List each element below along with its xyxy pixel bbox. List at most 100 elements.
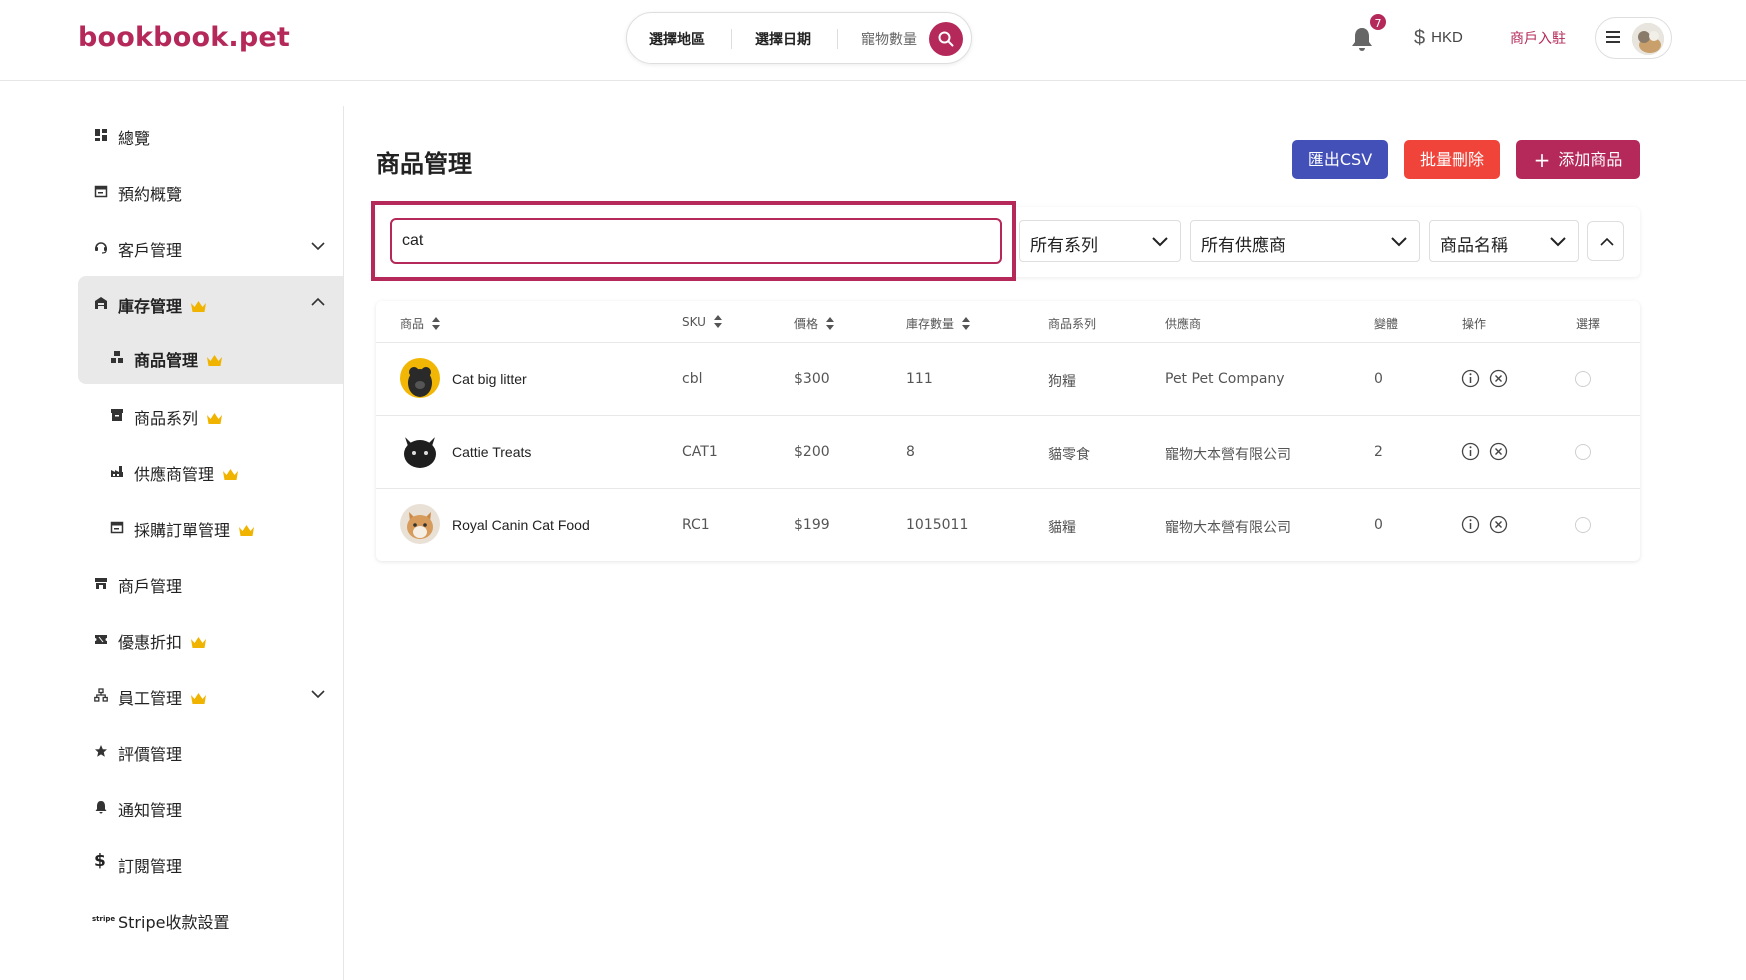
stripe-icon: stripe — [92, 915, 116, 923]
sidebar-item-product-series[interactable]: 商品系列 — [78, 388, 343, 442]
supplier-filter-select[interactable]: 所有供應商 — [1190, 220, 1420, 262]
sidebar-item-customers[interactable]: 客戶管理 — [78, 220, 343, 274]
add-product-label: 添加商品 — [1558, 150, 1623, 169]
user-menu-button[interactable] — [1595, 17, 1672, 59]
pet-count-selector[interactable]: 寵物數量 — [861, 29, 917, 49]
bulk-delete-button[interactable]: 批量刪除 — [1404, 140, 1500, 179]
sidebar-item-label: 優惠折扣 — [118, 633, 183, 652]
info-icon[interactable] — [1461, 369, 1480, 388]
delete-icon[interactable] — [1489, 515, 1508, 534]
sidebar-item-booking-overview[interactable]: 預約概覽 — [78, 164, 343, 218]
sidebar-item-staff[interactable]: 員工管理 — [78, 668, 343, 722]
ticket-icon — [95, 635, 107, 644]
sidebar-item-notifications[interactable]: 通知管理 — [78, 780, 343, 834]
product-stock: 1015011 — [906, 517, 969, 533]
crown-icon — [207, 413, 223, 424]
sidebar-item-subscriptions[interactable]: $ 訂閱管理 — [78, 836, 343, 890]
crown-icon — [207, 355, 223, 366]
sort-field-value: 商品名稱 — [1440, 236, 1508, 256]
row-select-checkbox[interactable] — [1575, 444, 1591, 460]
product-price: $300 — [794, 371, 830, 387]
user-avatar — [1632, 23, 1664, 55]
export-csv-button[interactable]: 匯出CSV — [1292, 140, 1388, 179]
column-header-supplier: 供應商 — [1165, 317, 1202, 331]
sidebar-item-purchase-orders[interactable]: 採購訂單管理 — [78, 500, 343, 554]
sort-direction-button[interactable] — [1587, 221, 1624, 261]
currency-selector[interactable]: $ HKD — [1414, 27, 1463, 50]
product-name[interactable]: Cat big litter — [452, 371, 527, 387]
chevron-up-icon — [1600, 237, 1614, 246]
product-supplier: 寵物大本營有限公司 — [1165, 520, 1291, 536]
column-header-product[interactable]: 商品 — [400, 315, 441, 332]
product-sku: RC1 — [682, 517, 710, 533]
delete-icon[interactable] — [1489, 442, 1508, 461]
top-header: bookbook.pet 選擇地區 選擇日期 寵物數量 7 $ HKD 商戶入駐 — [0, 0, 1746, 81]
sidebar-item-label: Stripe收款設置 — [118, 913, 230, 932]
product-name[interactable]: Royal Canin Cat Food — [452, 517, 590, 533]
org-chart-icon — [94, 688, 108, 702]
chevron-down-icon — [1391, 237, 1407, 247]
product-sku: CAT1 — [682, 444, 718, 460]
product-price: $199 — [794, 517, 830, 533]
product-variants: 2 — [1374, 444, 1383, 460]
notification-bell-icon[interactable] — [1350, 26, 1374, 52]
add-product-button[interactable]: + 添加商品 — [1516, 140, 1640, 179]
product-series: 狗糧 — [1048, 374, 1076, 390]
sidebar-item-label: 庫存管理 — [118, 297, 183, 316]
crown-icon — [239, 525, 255, 536]
product-thumbnail — [400, 358, 440, 398]
sidebar-item-inventory[interactable]: 庫存管理 — [78, 276, 343, 330]
sidebar-item-discounts[interactable]: 優惠折扣 — [78, 612, 343, 666]
date-selector[interactable]: 選擇日期 — [755, 29, 811, 49]
sidebar-item-label: 通知管理 — [118, 801, 183, 820]
product-variants: 0 — [1374, 517, 1383, 533]
column-header-price[interactable]: 價格 — [794, 315, 835, 332]
sidebar-item-reviews[interactable]: 評價管理 — [78, 724, 343, 778]
product-supplier: 寵物大本營有限公司 — [1165, 447, 1291, 463]
product-stock: 111 — [906, 371, 933, 387]
sidebar-item-merchants[interactable]: 商戶管理 — [78, 556, 343, 610]
row-select-checkbox[interactable] — [1575, 517, 1591, 533]
crown-icon — [191, 637, 207, 648]
region-selector[interactable]: 選擇地區 — [649, 29, 705, 49]
chevron-up-icon — [311, 297, 325, 306]
row-select-checkbox[interactable] — [1575, 371, 1591, 387]
sidebar-item-label: 供應商管理 — [134, 465, 215, 484]
chevron-down-icon — [311, 690, 325, 699]
warehouse-icon — [95, 297, 107, 309]
product-name[interactable]: Cattie Treats — [452, 444, 531, 460]
delete-icon[interactable] — [1489, 369, 1508, 388]
divider — [376, 415, 1640, 416]
sidebar-item-products[interactable]: 商品管理 — [78, 330, 343, 384]
sidebar-item-overview[interactable]: 總覽 — [78, 108, 343, 162]
divider — [376, 488, 1640, 489]
info-icon[interactable] — [1461, 515, 1480, 534]
product-search-input[interactable] — [390, 218, 1002, 264]
info-icon[interactable] — [1461, 442, 1480, 461]
logo[interactable]: bookbook.pet — [78, 22, 290, 53]
dashboard-icon — [95, 129, 107, 141]
product-thumbnail — [400, 504, 440, 544]
booking-search-bar[interactable]: 選擇地區 選擇日期 寵物數量 — [626, 12, 972, 64]
sidebar-item-suppliers[interactable]: 供應商管理 — [78, 444, 343, 498]
column-header-sku[interactable]: SKU — [682, 315, 722, 329]
series-filter-value: 所有系列 — [1030, 236, 1098, 256]
series-filter-select[interactable]: 所有系列 — [1019, 220, 1181, 262]
sidebar-item-label: 客戶管理 — [118, 241, 183, 260]
header-label: SKU — [682, 315, 706, 329]
product-stock: 8 — [906, 444, 915, 460]
currency-label: HKD — [1431, 29, 1463, 46]
column-header-select: 選擇 — [1576, 317, 1601, 331]
crown-icon — [191, 301, 207, 312]
sort-icon — [432, 317, 441, 330]
search-button[interactable] — [929, 22, 963, 56]
merchant-signup-link[interactable]: 商戶入駐 — [1510, 28, 1566, 48]
column-header-stock[interactable]: 庫存數量 — [906, 315, 971, 332]
divider — [837, 29, 838, 49]
product-variants: 0 — [1374, 371, 1383, 387]
dollar-icon: $ — [94, 851, 106, 871]
sort-field-select[interactable]: 商品名稱 — [1429, 220, 1579, 262]
sort-icon — [713, 315, 722, 328]
sidebar-item-stripe-settings[interactable]: stripe Stripe收款設置 — [78, 892, 343, 946]
plus-icon: + — [1533, 148, 1551, 172]
